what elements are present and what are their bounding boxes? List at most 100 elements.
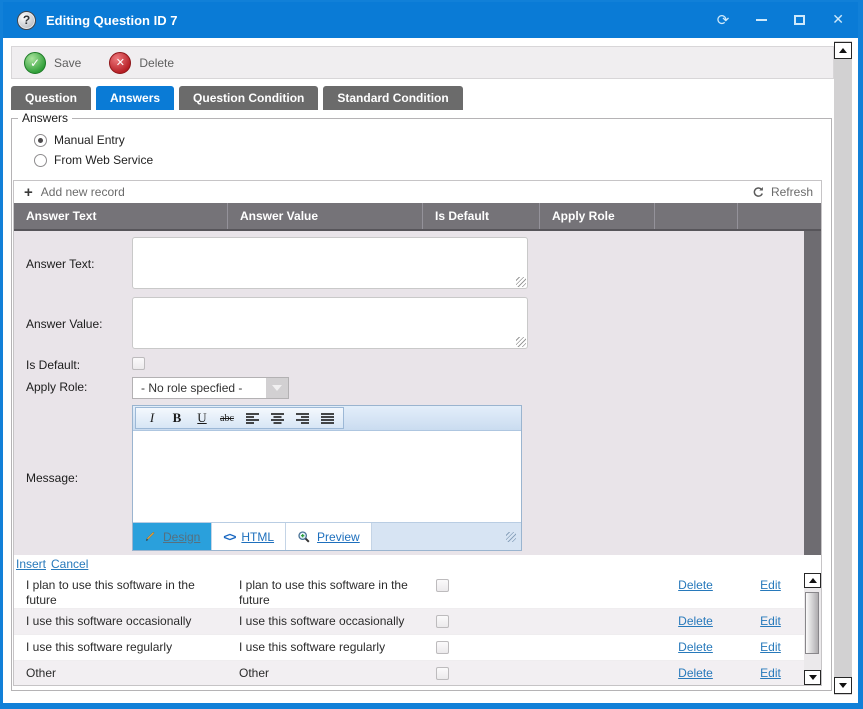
titlebar: ? Editing Question ID 7 ⟳ ✕: [3, 2, 858, 38]
add-new-record-button[interactable]: + Add new record: [24, 185, 125, 200]
cell-answer-value: Other: [227, 661, 422, 685]
dialog-window: ? Editing Question ID 7 ⟳ ✕ ✓ Save ✕ Del…: [0, 0, 863, 709]
window-controls: ⟳ ✕: [717, 11, 844, 29]
justify-button[interactable]: [316, 409, 338, 428]
align-left-icon: [245, 412, 260, 425]
minimize-icon[interactable]: [756, 19, 767, 21]
editor-button-group: I B U abc: [135, 407, 344, 429]
edit-link[interactable]: Edit: [760, 614, 781, 634]
column-header-answer-text[interactable]: Answer Text: [14, 203, 227, 229]
editor-tab-html[interactable]: <> HTML: [212, 523, 286, 550]
answer-value-label: Answer Value:: [26, 317, 102, 331]
window-scrollbar[interactable]: [834, 41, 852, 695]
arrow-up-icon: [839, 48, 847, 53]
dropdown-button[interactable]: [266, 378, 288, 398]
cell-answer-value: I use this software regularly: [227, 635, 422, 660]
resize-grip-icon[interactable]: [516, 277, 526, 287]
align-left-button[interactable]: [241, 409, 263, 428]
scrollbar-thumb[interactable]: [805, 592, 819, 654]
column-header-actions-1: [654, 203, 737, 229]
scroll-down-button[interactable]: [834, 677, 852, 694]
refresh-icon: [752, 186, 765, 199]
answer-value-input[interactable]: [132, 297, 528, 349]
tab-standard-condition[interactable]: Standard Condition: [323, 86, 462, 110]
is-default-checkbox: [436, 667, 449, 680]
pencil-icon: [144, 530, 157, 543]
italic-button[interactable]: I: [141, 409, 163, 428]
underline-button[interactable]: U: [191, 409, 213, 428]
is-default-checkbox: [436, 615, 449, 628]
cell-answer-value: I use this software occasionally: [227, 609, 422, 634]
justify-icon: [320, 412, 335, 425]
is-default-checkbox[interactable]: [132, 357, 145, 370]
editor-tab-preview[interactable]: Preview: [286, 523, 372, 550]
cell-apply-role: [539, 573, 654, 608]
delete-link[interactable]: Delete: [678, 578, 713, 608]
answer-text-input[interactable]: [132, 237, 528, 289]
refresh-grid-button[interactable]: Refresh: [752, 185, 813, 199]
message-label: Message:: [26, 471, 78, 485]
editor-tab-html-label: HTML: [241, 530, 274, 544]
editor-resize-grip[interactable]: [506, 532, 516, 542]
align-center-button[interactable]: [266, 409, 288, 428]
edit-link[interactable]: Edit: [760, 578, 781, 608]
delete-link[interactable]: Delete: [678, 666, 713, 685]
window-title: Editing Question ID 7: [46, 13, 177, 28]
editor-tab-preview-label: Preview: [317, 530, 360, 544]
apply-role-label: Apply Role:: [26, 380, 87, 394]
apply-role-dropdown[interactable]: - No role specfied -: [132, 377, 289, 399]
maximize-icon[interactable]: [794, 15, 805, 25]
scroll-up-button[interactable]: [834, 42, 852, 59]
refresh-window-icon[interactable]: ⟳: [717, 11, 730, 29]
delete-link[interactable]: Delete: [678, 640, 713, 660]
scroll-down-button[interactable]: [804, 670, 821, 685]
save-button[interactable]: ✓ Save: [24, 52, 81, 74]
scroll-up-button[interactable]: [804, 573, 821, 588]
radio-unselected-icon: [34, 154, 47, 167]
resize-grip-icon[interactable]: [516, 337, 526, 347]
grid-scrollbar[interactable]: [804, 573, 821, 685]
align-center-icon: [270, 412, 285, 425]
delete-link[interactable]: Delete: [678, 614, 713, 634]
cell-answer-text: I use this software occasionally: [14, 609, 227, 634]
strikethrough-button[interactable]: abc: [216, 409, 238, 428]
cancel-link[interactable]: Cancel: [51, 557, 88, 571]
column-header-answer-value[interactable]: Answer Value: [227, 203, 422, 229]
editor-tab-design[interactable]: Design: [133, 523, 212, 550]
tab-question-condition[interactable]: Question Condition: [179, 86, 318, 110]
tab-answers[interactable]: Answers: [96, 86, 174, 110]
message-editor: I B U abc: [132, 405, 522, 551]
help-icon[interactable]: ?: [17, 11, 36, 30]
radio-manual-entry[interactable]: Manual Entry: [34, 133, 125, 147]
is-default-checkbox: [436, 579, 449, 592]
insert-link[interactable]: Insert: [16, 557, 46, 571]
edit-link[interactable]: Edit: [760, 640, 781, 660]
bold-button[interactable]: B: [166, 409, 188, 428]
align-right-icon: [295, 412, 310, 425]
radio-from-web-service[interactable]: From Web Service: [34, 153, 153, 167]
column-header-actions-2: [737, 203, 821, 229]
close-icon[interactable]: ✕: [832, 12, 844, 28]
edit-form-commands: Insert Cancel: [14, 555, 821, 573]
save-label: Save: [54, 56, 81, 70]
answers-groupbox: Answers Manual Entry From Web Service + …: [11, 118, 832, 691]
edit-link[interactable]: Edit: [760, 666, 781, 685]
refresh-label: Refresh: [771, 185, 813, 199]
radio-selected-icon: [34, 134, 47, 147]
cell-answer-text: Other: [14, 661, 227, 685]
edit-panel-right-strip: [804, 231, 821, 555]
align-right-button[interactable]: [291, 409, 313, 428]
add-new-record-label: Add new record: [41, 185, 125, 199]
answers-grid: + Add new record Refresh Answer Text Ans…: [13, 180, 822, 686]
column-header-apply-role[interactable]: Apply Role: [539, 203, 654, 229]
apply-role-value: - No role specfied -: [133, 378, 266, 398]
delete-button[interactable]: ✕ Delete: [109, 52, 174, 74]
cell-answer-text: I plan to use this software in the futur…: [14, 573, 227, 608]
arrow-up-icon: [809, 578, 817, 583]
tab-question[interactable]: Question: [11, 86, 91, 110]
code-icon: <>: [223, 530, 235, 544]
editor-content-area[interactable]: [133, 431, 521, 521]
column-header-is-default[interactable]: Is Default: [422, 203, 539, 229]
is-default-checkbox: [436, 641, 449, 654]
edit-form-panel: Answer Text: Answer Value: Is Default: A…: [14, 229, 821, 555]
